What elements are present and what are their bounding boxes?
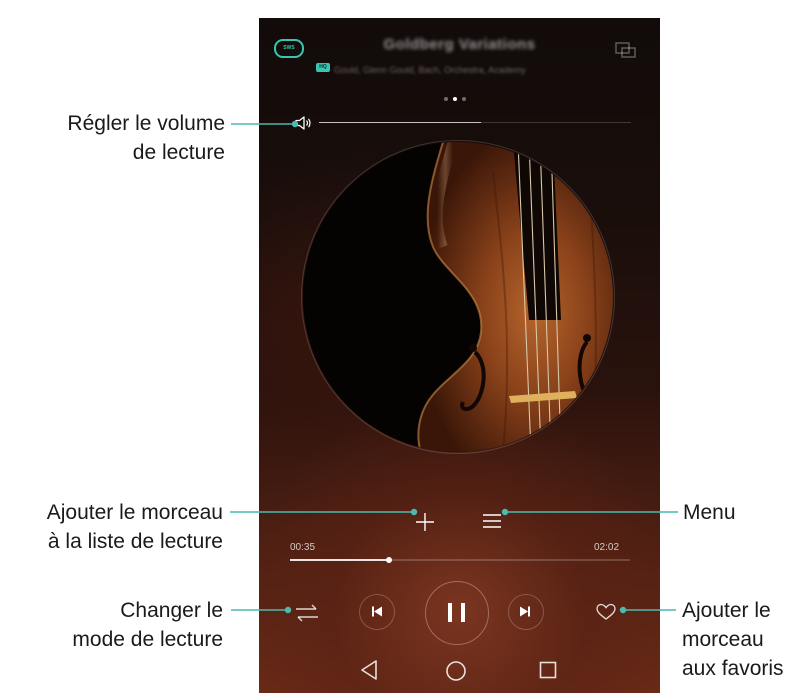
page-dot bbox=[462, 97, 466, 101]
next-button[interactable] bbox=[508, 594, 544, 630]
pause-icon bbox=[448, 603, 465, 622]
volume-slider[interactable] bbox=[319, 122, 631, 123]
volume-slider-fill bbox=[319, 122, 482, 123]
annotation-mode-line-2: mode de lecture bbox=[72, 628, 223, 651]
annotation-add-line-1: Ajouter le morceau bbox=[46, 501, 223, 524]
menu-icon[interactable] bbox=[482, 512, 502, 530]
skip-next-icon bbox=[520, 606, 530, 617]
progress-bar-fill bbox=[290, 559, 389, 561]
pause-button[interactable] bbox=[425, 581, 489, 645]
annotation-add-line-2: à la liste de lecture bbox=[47, 530, 223, 553]
annotation-volume: Régler le volume de lecture bbox=[67, 109, 225, 167]
annotation-menu-line-1: Menu bbox=[683, 501, 736, 524]
progress-thumb[interactable] bbox=[385, 557, 392, 563]
time-elapsed: 00:35 bbox=[290, 542, 316, 553]
plus-icon[interactable] bbox=[414, 511, 436, 533]
heart-icon[interactable] bbox=[595, 602, 617, 622]
skip-previous-icon bbox=[372, 606, 382, 617]
album-art bbox=[303, 142, 613, 452]
hq-badge: HQ bbox=[316, 63, 330, 72]
page-dot-active bbox=[453, 97, 457, 101]
speaker-icon[interactable] bbox=[295, 115, 313, 131]
annotation-fav-line-2: morceau bbox=[682, 628, 764, 651]
home-circle-icon[interactable] bbox=[445, 660, 467, 682]
track-artists: Gould, Glenn Gould, Bach, Orchestra, Aca… bbox=[334, 65, 526, 75]
back-triangle-icon[interactable] bbox=[359, 659, 379, 681]
violin-image bbox=[303, 142, 613, 452]
annotation-add-to-playlist: Ajouter le morceau à la liste de lecture bbox=[47, 498, 223, 556]
annotation-fav-line-3: aux favoris bbox=[682, 657, 784, 680]
progress-bar[interactable] bbox=[290, 557, 630, 563]
annotation-volume-line-2: de lecture bbox=[132, 141, 225, 164]
annotation-volume-line-1: Régler le volume bbox=[67, 112, 225, 135]
page-indicator bbox=[444, 97, 466, 101]
annotation-play-mode: Changer le mode de lecture bbox=[72, 596, 223, 654]
time-total: 02:02 bbox=[594, 542, 620, 553]
page-dot bbox=[444, 97, 448, 101]
track-title: Goldberg Variations bbox=[383, 36, 536, 53]
recent-square-icon[interactable] bbox=[539, 661, 557, 679]
annotation-menu: Menu bbox=[683, 498, 736, 527]
annotation-fav-line-1: Ajouter le bbox=[682, 599, 771, 622]
previous-button[interactable] bbox=[359, 594, 395, 630]
cast-icon[interactable] bbox=[615, 41, 637, 59]
shuffle-icon[interactable] bbox=[294, 601, 320, 625]
music-player-screen: SWS Goldberg Variations HQ Gould, Glenn … bbox=[259, 18, 660, 693]
annotation-favorite: Ajouter le morceau aux favoris bbox=[682, 596, 784, 683]
annotation-mode-line-1: Changer le bbox=[120, 599, 223, 622]
